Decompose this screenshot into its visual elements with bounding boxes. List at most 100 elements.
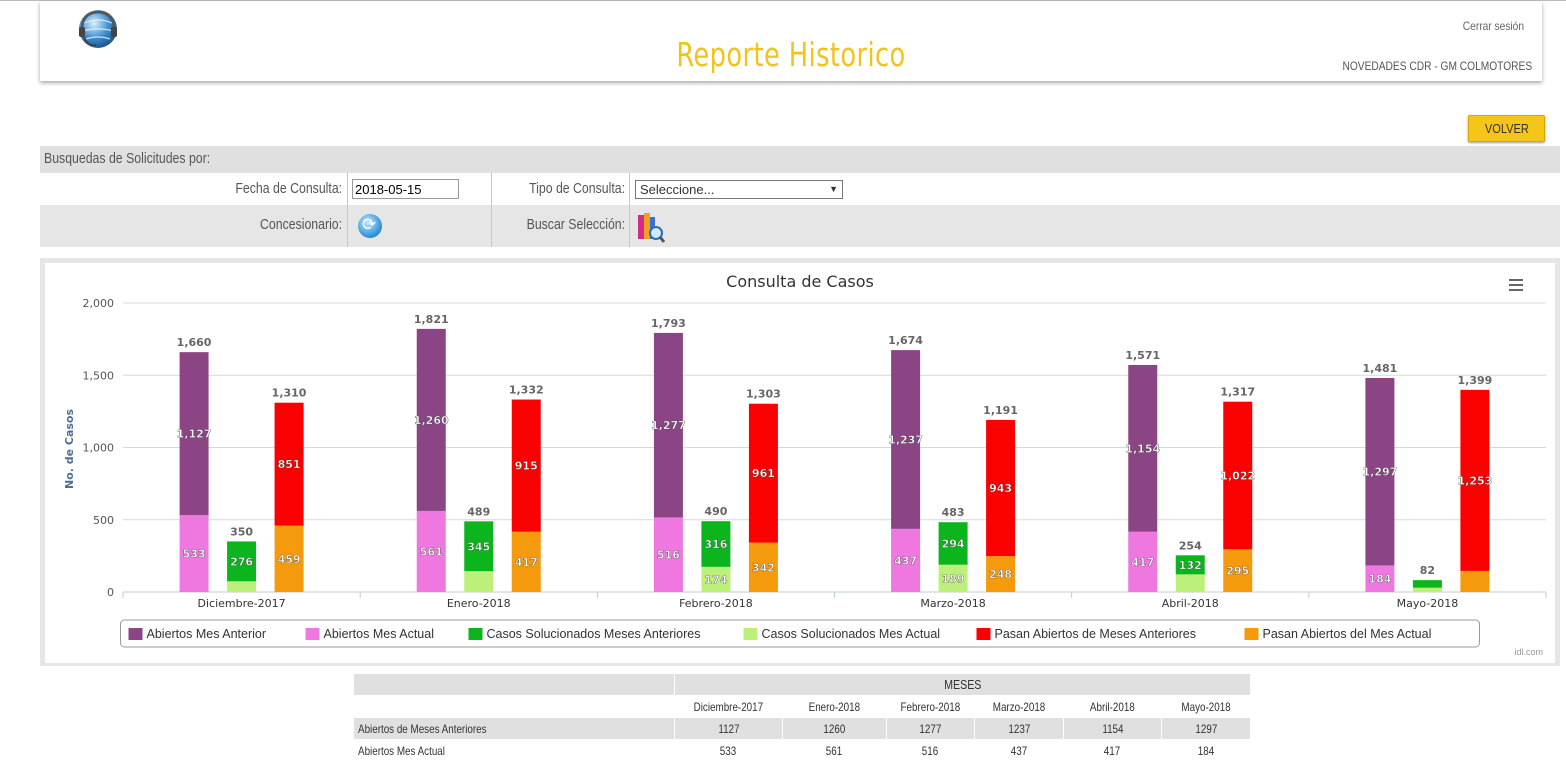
stack-total-label: 1,821 <box>414 313 449 326</box>
meses-header: MESES <box>674 673 1251 696</box>
legend-item: Casos Solucionados Meses Anteriores <box>487 627 701 641</box>
table-corner-cell <box>353 673 675 696</box>
search-panel: Busquedas de Solicitudes por: Fecha de C… <box>40 146 1560 247</box>
tipo-consulta-select[interactable]: Seleccione... ▼ <box>635 180 843 199</box>
table-cell: 184 <box>1161 739 1251 762</box>
table-header-row: MESES <box>353 673 1251 696</box>
legend-swatch <box>743 628 758 640</box>
legend-swatch <box>976 628 991 640</box>
stack-total-label: 82 <box>1420 564 1435 577</box>
stack-total-label: 1,303 <box>746 388 781 401</box>
table-cell: 561 <box>782 739 887 762</box>
table-months-row: Diciembre-2017 Enero-2018 Febrero-2018 M… <box>353 695 1251 718</box>
data-label: 345 <box>467 540 490 553</box>
stack-total-label: 1,571 <box>1125 349 1160 362</box>
y-tick-label: 2,000 <box>83 297 115 310</box>
chart-menu-icon[interactable] <box>1509 279 1523 291</box>
table-cell: 1154 <box>1063 717 1162 740</box>
stack-total-label: 1,674 <box>888 334 923 347</box>
data-label: 132 <box>1179 559 1202 572</box>
legend-item: Pasan Abiertos de Meses Anteriores <box>995 627 1197 641</box>
month-header: Febrero-2018 <box>886 695 975 718</box>
data-label: 943 <box>989 482 1012 495</box>
chart-credit[interactable]: idl.com <box>1514 647 1543 657</box>
stack-total-label: 1,317 <box>1220 386 1255 399</box>
legend-item: Abiertos Mes Actual <box>324 627 434 641</box>
stack-total-label: 483 <box>942 506 965 519</box>
tipo-consulta-selected: Seleccione... <box>640 182 715 197</box>
table-cell: 417 <box>1063 739 1162 762</box>
bar-segment <box>227 581 257 592</box>
table-cell: 1277 <box>886 717 975 740</box>
data-label: 915 <box>515 460 538 473</box>
stack-total-label: 350 <box>230 525 253 538</box>
data-label: 417 <box>515 556 538 569</box>
fecha-label: Fecha de Consulta: <box>235 180 342 197</box>
data-label: 342 <box>752 561 775 574</box>
table-cell: 437 <box>974 739 1064 762</box>
page-title: Reporte Historico <box>676 35 906 74</box>
month-header: Marzo-2018 <box>974 695 1064 718</box>
row-label: Abiertos de Meses Anteriores <box>353 717 675 740</box>
chart-title: Consulta de Casos <box>726 272 874 291</box>
divider <box>347 173 348 247</box>
dropdown-arrow-icon: ▼ <box>829 184 838 194</box>
x-tick-label: Febrero-2018 <box>679 597 753 610</box>
volver-button[interactable]: VOLVER <box>1468 115 1545 142</box>
data-label: 459 <box>278 553 301 566</box>
stack-total-label: 254 <box>1179 539 1202 552</box>
page-header: Reporte Historico Cerrar sesión NOVEDADE… <box>40 1 1542 81</box>
data-label: 851 <box>278 458 301 471</box>
divider <box>491 173 492 247</box>
company-name: NOVEDADES CDR - GM COLMOTORES <box>1342 59 1532 73</box>
bar-segment <box>1412 587 1442 592</box>
stack-total-label: 1,481 <box>1363 362 1398 375</box>
month-header: Enero-2018 <box>782 695 887 718</box>
data-label: 533 <box>183 547 206 560</box>
table-row: Abiertos de Meses Anteriores 1127 1260 1… <box>353 717 1251 740</box>
y-tick-label: 1,500 <box>83 369 115 382</box>
buscar-label: Buscar Selección: <box>526 216 625 233</box>
data-label: 184 <box>1368 573 1391 586</box>
stack-total-label: 1,399 <box>1458 374 1493 387</box>
table-cell: 1297 <box>1161 717 1251 740</box>
stack-total-label: 490 <box>704 505 727 518</box>
search-section-title: Busquedas de Solicitudes por: <box>44 150 211 167</box>
search-row-dealer: Concesionario: Buscar Selección: <box>40 205 1560 247</box>
data-label: 1,237 <box>888 433 923 446</box>
table-cell: 1260 <box>782 717 887 740</box>
data-label: 295 <box>1226 565 1249 578</box>
table-blank-cell <box>353 695 675 718</box>
data-label: 1,277 <box>651 419 686 432</box>
row-label: Abiertos Mes Actual <box>353 739 675 762</box>
search-header-row: Busquedas de Solicitudes por: <box>40 146 1560 173</box>
books-search-icon[interactable] <box>636 211 666 243</box>
data-label: 1,297 <box>1363 466 1398 479</box>
x-tick-label: Mayo-2018 <box>1397 597 1459 610</box>
data-label: 1,260 <box>414 414 449 427</box>
x-tick-label: Abril-2018 <box>1162 597 1219 610</box>
legend-item: Pasan Abiertos del Mes Actual <box>1263 627 1432 641</box>
data-label: 248 <box>989 568 1012 581</box>
data-label: 1,127 <box>177 428 212 441</box>
data-label: 174 <box>704 573 727 586</box>
stack-total-label: 1,660 <box>177 336 212 349</box>
concesionario-label: Concesionario: <box>259 216 342 233</box>
table-cell: 533 <box>674 739 783 762</box>
data-label: 276 <box>230 555 253 568</box>
stack-total-label: 1,191 <box>983 404 1018 417</box>
chart-container: Consulta de Casos 0 500 1,000 1,500 2,000 No. … <box>40 258 1560 666</box>
tipo-label: Tipo de Consulta: <box>529 180 625 197</box>
data-label: 1,022 <box>1220 470 1255 483</box>
y-tick-label: 500 <box>93 514 114 527</box>
stack-total-label: 489 <box>467 505 490 518</box>
legend-swatch <box>305 628 320 640</box>
legend-swatch <box>1244 628 1259 640</box>
logout-link[interactable]: Cerrar sesión <box>1463 19 1524 33</box>
data-label: 1,253 <box>1458 474 1493 487</box>
table-cell: 1127 <box>674 717 783 740</box>
data-label: 961 <box>752 467 775 480</box>
refresh-icon[interactable] <box>358 214 382 238</box>
table-cell: 1237 <box>974 717 1064 740</box>
fecha-consulta-input[interactable] <box>352 179 459 199</box>
